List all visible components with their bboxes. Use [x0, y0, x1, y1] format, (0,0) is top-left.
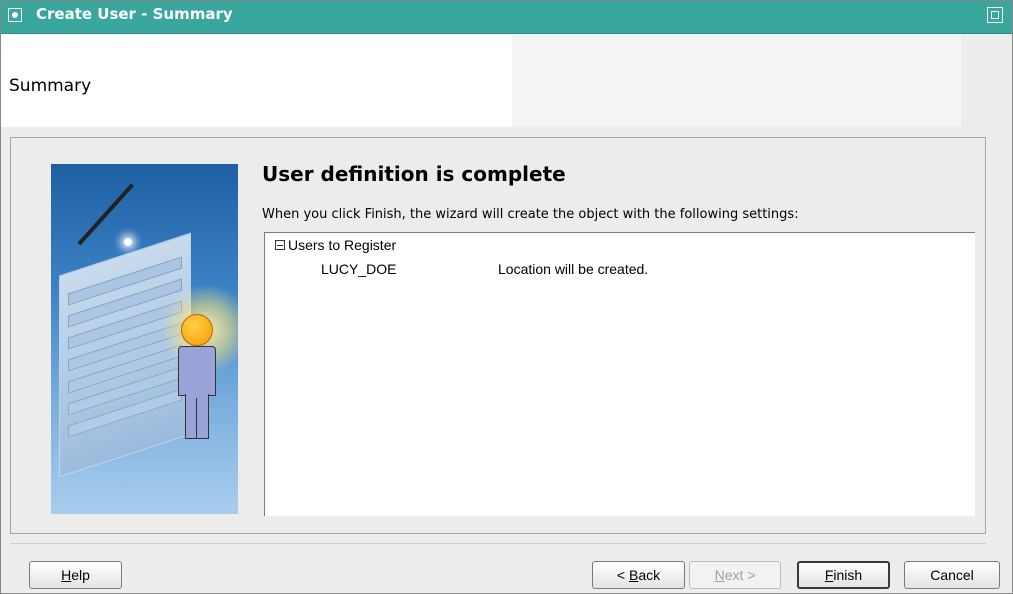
help-button[interactable]: Help: [29, 561, 122, 589]
next-label: ext >: [724, 567, 756, 583]
window-menu-icon[interactable]: [8, 8, 22, 22]
settings-tree[interactable]: Users to Register LUCY_DOE Location will…: [264, 232, 975, 516]
help-mnemonic: H: [61, 567, 72, 583]
finish-label: inish: [833, 567, 863, 583]
finish-button[interactable]: Finish: [797, 561, 890, 589]
next-button[interactable]: Next >: [689, 561, 781, 589]
tree-item-status: Location will be created.: [498, 261, 649, 277]
help-label: elp: [71, 567, 90, 583]
collapse-icon[interactable]: [275, 240, 285, 250]
maximize-icon[interactable]: [987, 7, 1003, 23]
divider: [10, 543, 986, 544]
title-bar: Create User - Summary: [0, 0, 1013, 34]
person-head-icon: [181, 314, 213, 346]
window-title: Create User - Summary: [36, 5, 233, 23]
next-mnemonic: N: [714, 567, 725, 583]
tree-item-user[interactable]: LUCY_DOE: [321, 261, 396, 277]
header-banner-right: [512, 34, 961, 127]
back-mnemonic: B: [628, 567, 639, 583]
tree-group-label: Users to Register: [288, 237, 397, 253]
person-legs-icon: [185, 394, 209, 439]
wand-sparkle-icon: [124, 238, 132, 246]
tree-group-users[interactable]: Users to Register: [275, 237, 396, 253]
finish-mnemonic: F: [824, 567, 834, 583]
back-prefix: <: [616, 567, 629, 583]
back-button[interactable]: < Back: [592, 561, 685, 589]
magic-wand-icon: [77, 183, 135, 246]
completion-heading: User definition is complete: [262, 162, 566, 186]
cancel-button[interactable]: Cancel: [904, 561, 1000, 589]
completion-description: When you click Finish, the wizard will c…: [262, 207, 799, 222]
back-label: ack: [638, 567, 661, 583]
wizard-illustration: [51, 164, 238, 514]
page-title: Summary: [9, 76, 92, 96]
person-body-icon: [178, 346, 216, 396]
